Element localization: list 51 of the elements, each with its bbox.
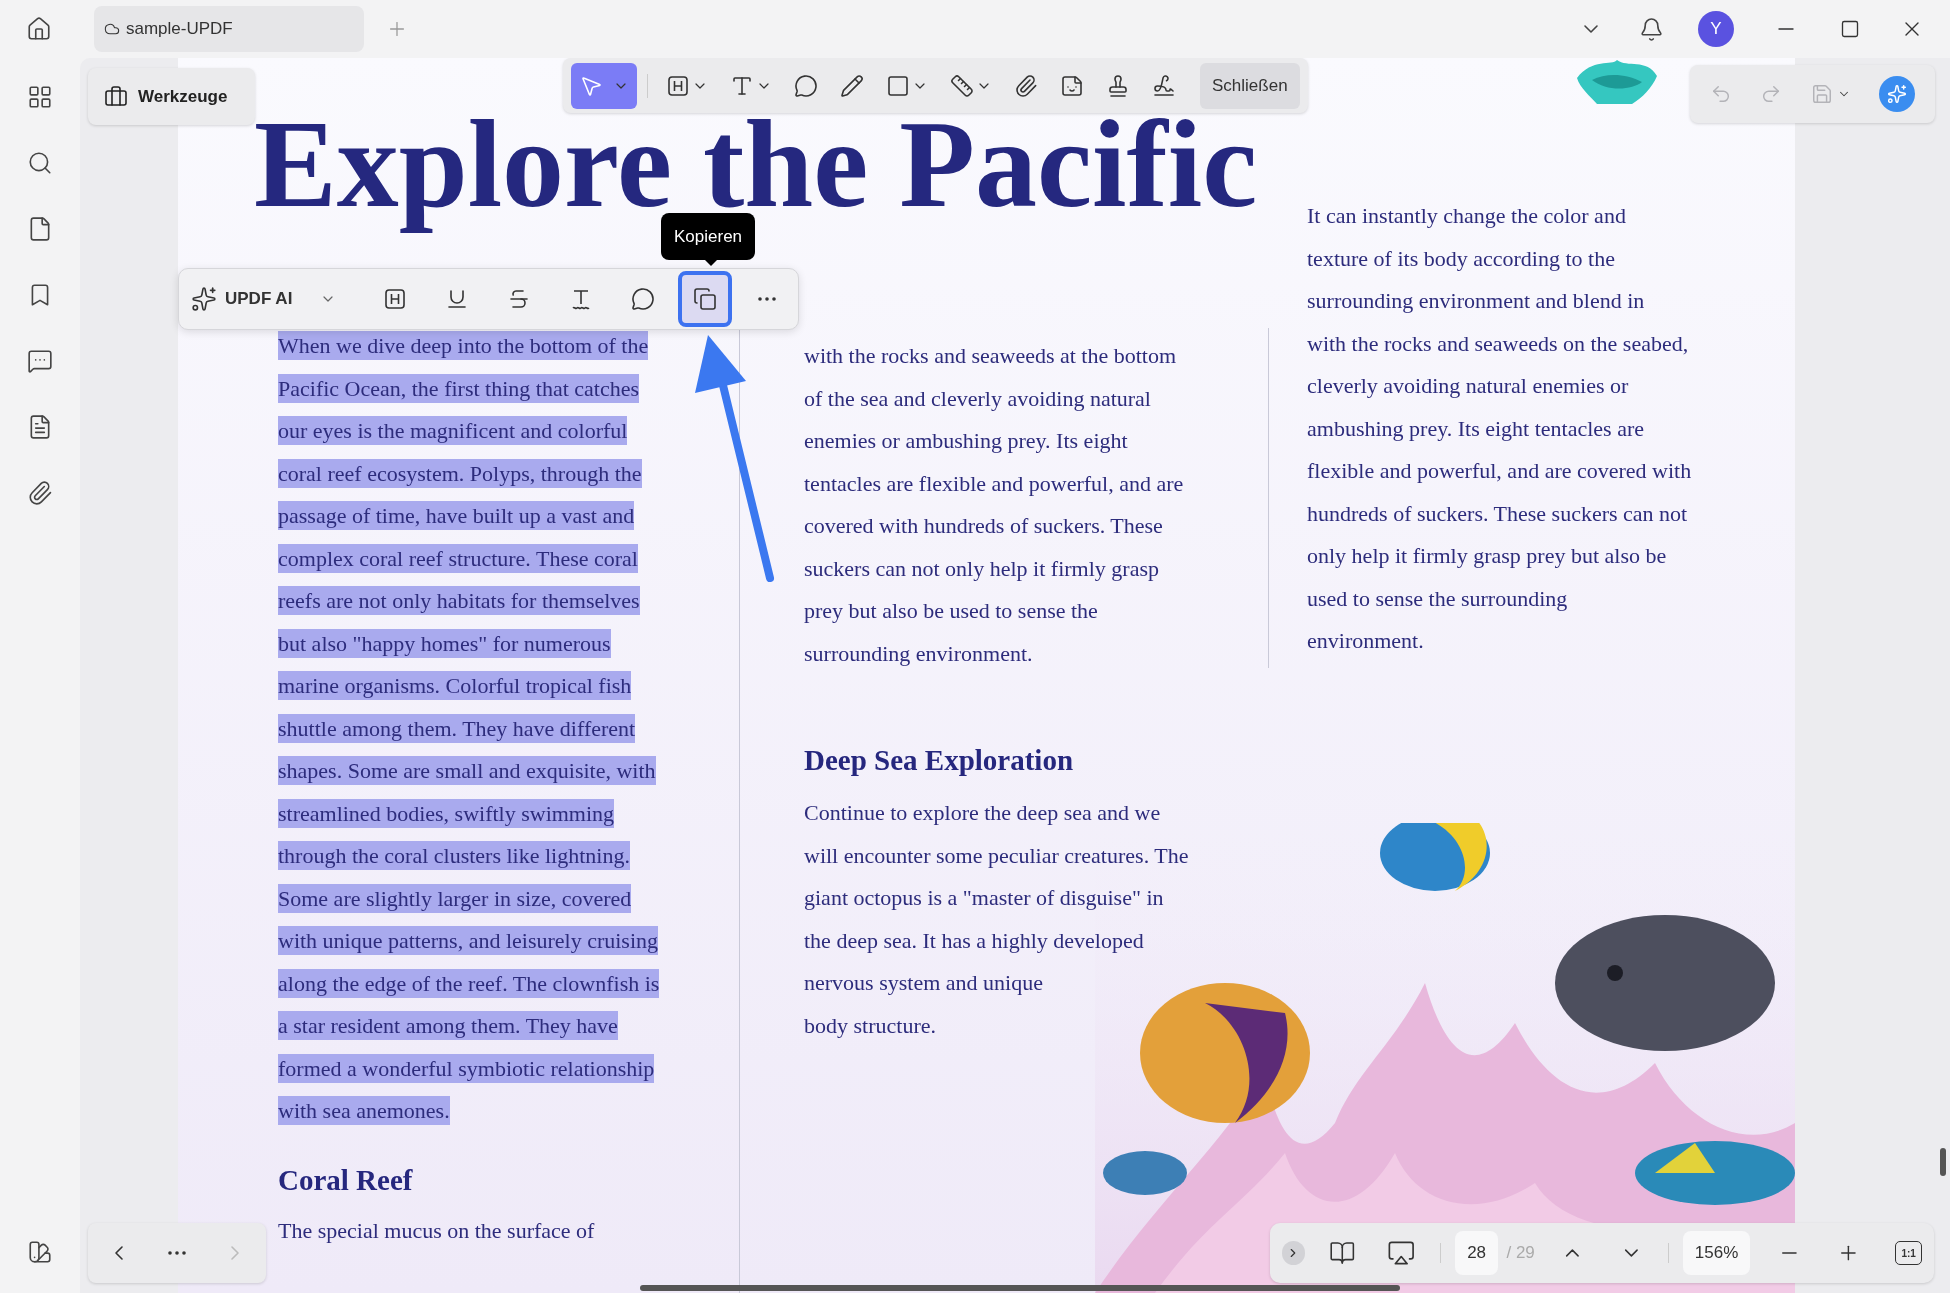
comment-icon (794, 73, 818, 98)
paragraph: It can instantly change the color and texture of its body according to the surrounding environment and blend in with the rocks and seaweeds on the seabed, cleverly avoiding natural enemies or ambushing prey. Its eight tentacles are flexible and powerful, and are covered with hundreds of suckers. These suckers can not only help it firmly grasp prey but also be used to sense the surrounding environment. (1307, 202, 1692, 655)
cloud-icon (104, 21, 120, 37)
signature-icon (1152, 73, 1176, 98)
paragraph: Continue to explore the deep sea and we will encounter some peculiar creatures. The giant octopus is a "master of disguise" in the deep sea. It has a highly developed nervous system and unique body structure. (804, 799, 1189, 1040)
rectangle-icon (886, 73, 910, 98)
user-avatar[interactable]: Y (1698, 11, 1734, 47)
document-tab[interactable]: sample-UPDF (94, 6, 364, 52)
tab-title: sample-UPDF (126, 18, 233, 41)
vertical-scrollbar[interactable] (1940, 1148, 1946, 1176)
stamp-icon (1106, 73, 1130, 98)
maximize-icon[interactable] (1840, 19, 1860, 39)
highlight-icon (383, 287, 408, 311)
save-icon (1810, 83, 1833, 105)
apps-icon[interactable] (27, 84, 53, 110)
attachment-icon[interactable] (27, 480, 53, 506)
paragraph: with the rocks and seaweeds at the bottom of the sea and cleverly avoiding natural enemies or ambushing prey. Its eight tentacles are flexible and powerful, and are covered with hundreds of suckers. These suckers can not only help it firmly grasp prey but also be used to sense the surrounding environment. (804, 342, 1184, 668)
horizontal-scrollbar[interactable] (640, 1285, 1400, 1291)
toolbox-icon (104, 84, 128, 109)
theme-icon[interactable] (27, 1239, 53, 1265)
ai-icon (191, 286, 217, 312)
actual-size-button[interactable]: 1:1 (1895, 1241, 1922, 1265)
page-count: / 29 (1506, 1242, 1535, 1265)
zoom-field[interactable]: 156% (1683, 1231, 1750, 1275)
section-heading: Coral Reef (278, 1162, 413, 1198)
ruler-icon (950, 73, 974, 98)
more-icon (168, 1251, 186, 1255)
tools-button[interactable]: Werkzeuge (88, 68, 255, 125)
sticker-icon (1060, 73, 1084, 98)
pencil-icon (840, 73, 864, 98)
comment-icon (631, 287, 656, 311)
expand-button[interactable] (1282, 1241, 1305, 1265)
highlight-icon (666, 73, 690, 98)
close-tools-button[interactable]: Schließen (1200, 62, 1300, 109)
search-icon[interactable] (27, 150, 53, 176)
page-number-field[interactable]: 28 (1454, 1231, 1499, 1275)
section-heading: Deep Sea Exploration (804, 743, 1074, 778)
copy-icon (693, 287, 718, 311)
sparkle-icon (1886, 84, 1907, 104)
more-icon (758, 297, 777, 301)
notification-icon[interactable] (1639, 16, 1664, 42)
paperclip-icon (1014, 73, 1038, 98)
reading-mode-icon[interactable] (1328, 1239, 1356, 1267)
ai-assistant-button[interactable]: UPDF AI (191, 277, 337, 321)
ai-button[interactable] (1878, 76, 1915, 112)
home-icon[interactable] (26, 16, 52, 42)
format-button[interactable] (678, 271, 733, 327)
comments-icon[interactable] (27, 348, 53, 374)
paragraph: The special mucus on the surface of (278, 1216, 595, 1245)
tooltip: Kopieren (661, 213, 756, 260)
slideshow-icon[interactable] (1387, 1238, 1416, 1268)
